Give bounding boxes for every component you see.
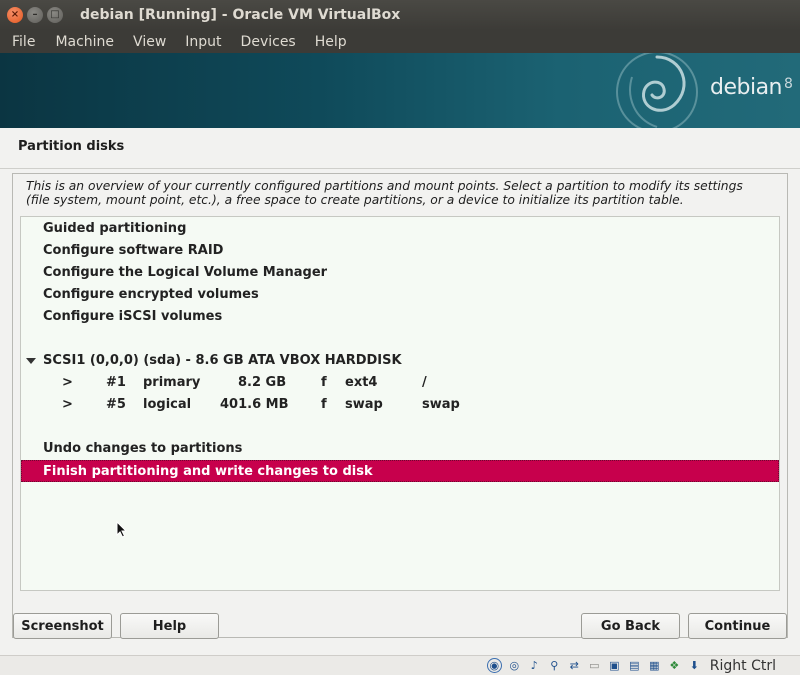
- list-item-finish-partitioning[interactable]: Finish partitioning and write changes to…: [21, 460, 779, 482]
- audio-icon[interactable]: ♪: [527, 658, 542, 673]
- list-item-label: Undo changes to partitions: [43, 441, 243, 456]
- description-line-1: This is an overview of your currently co…: [26, 179, 743, 193]
- shared-folder-icon[interactable]: ▭: [587, 658, 602, 673]
- list-item-label: Configure the Logical Volume Manager: [43, 265, 328, 280]
- network-icon[interactable]: ⚲: [547, 658, 562, 673]
- list-item-lvm[interactable]: Configure the Logical Volume Manager: [21, 262, 779, 284]
- menu-machine[interactable]: Machine: [55, 34, 114, 50]
- maximize-window-button[interactable]: □: [47, 7, 63, 23]
- cpu-icon[interactable]: ▦: [647, 658, 662, 673]
- menu-view[interactable]: View: [133, 34, 166, 50]
- minimize-window-button[interactable]: –: [27, 7, 43, 23]
- menu-help[interactable]: Help: [315, 34, 347, 50]
- debian-swirl-icon: [616, 53, 698, 128]
- installer-area: Partition disks This is an overview of y…: [0, 128, 800, 655]
- usb-icon[interactable]: ⇄: [567, 658, 582, 673]
- partition-row-1[interactable]: > #1 primary 8.2 GB f ext4 /: [21, 372, 779, 394]
- list-item-label: Finish partitioning and write changes to…: [43, 464, 373, 479]
- partition-number: #5: [106, 397, 126, 412]
- list-item-encrypted-volumes[interactable]: Configure encrypted volumes: [21, 284, 779, 306]
- partition-number: #1: [106, 375, 126, 390]
- menu-bar: File Machine View Input Devices Help: [0, 30, 800, 53]
- list-item-label: Configure encrypted volumes: [43, 287, 259, 302]
- partition-mount-point: swap: [422, 397, 460, 412]
- optical-disk-icon[interactable]: ◎: [507, 658, 522, 673]
- list-item-undo-changes[interactable]: Undo changes to partitions: [21, 438, 779, 460]
- page-title: Partition disks: [18, 139, 125, 154]
- close-icon: ×: [10, 9, 20, 20]
- go-back-button[interactable]: Go Back: [581, 613, 680, 639]
- partition-size: 8.2 GB: [238, 375, 287, 390]
- list-item-label: Configure iSCSI volumes: [43, 309, 223, 324]
- divider: [0, 168, 800, 169]
- partition-type: logical: [143, 397, 192, 412]
- partition-arrow-icon: >: [62, 397, 73, 412]
- partition-type: primary: [143, 375, 201, 390]
- list-item-label: SCSI1 (0,0,0) (sda) - 8.6 GB ATA VBOX HA…: [43, 353, 402, 368]
- list-item-software-raid[interactable]: Configure software RAID: [21, 240, 779, 262]
- menu-file[interactable]: File: [12, 34, 35, 50]
- host-key-label: Right Ctrl: [709, 657, 776, 674]
- expand-triangle-icon[interactable]: [26, 358, 36, 364]
- list-item-label: Configure software RAID: [43, 243, 224, 258]
- partition-mount-point: /: [422, 375, 427, 390]
- mouse-cursor-icon: [116, 521, 128, 538]
- menu-devices[interactable]: Devices: [241, 34, 296, 50]
- mouse-integration-icon[interactable]: ❖: [667, 658, 682, 673]
- debian-logo: debian 8: [710, 75, 793, 100]
- debian-banner: debian 8: [0, 53, 800, 128]
- partition-flag: f: [321, 375, 327, 390]
- display-icon[interactable]: ▣: [607, 658, 622, 673]
- partition-row-5[interactable]: > #5 logical 401.6 MB f swap swap: [21, 394, 779, 416]
- debian-logo-text: debian: [710, 75, 783, 100]
- debian-logo-version: 8: [784, 76, 793, 92]
- hard-disk-icon[interactable]: ◉: [486, 658, 502, 673]
- maximize-icon: □: [50, 9, 60, 20]
- partition-list[interactable]: Guided partitioning Configure software R…: [20, 216, 780, 591]
- video-capture-icon[interactable]: ▤: [627, 658, 642, 673]
- keyboard-icon[interactable]: ⬇: [687, 658, 702, 673]
- close-window-button[interactable]: ×: [7, 7, 23, 23]
- menu-input[interactable]: Input: [185, 34, 221, 50]
- continue-button[interactable]: Continue: [688, 613, 787, 639]
- description-line-2: (file system, mount point, etc.), a free…: [26, 193, 684, 207]
- partition-filesystem: swap: [345, 397, 383, 412]
- partition-size: 401.6 MB: [220, 397, 289, 412]
- partition-flag: f: [321, 397, 327, 412]
- list-item-label: Guided partitioning: [43, 221, 187, 236]
- vm-status-bar: ◉ ◎ ♪ ⚲ ⇄ ▭ ▣ ▤ ▦ ❖ ⬇ Right Ctrl: [0, 655, 800, 675]
- partition-panel: This is an overview of your currently co…: [12, 173, 788, 638]
- window-title: debian [Running] - Oracle VM VirtualBox: [80, 7, 401, 23]
- partition-arrow-icon: >: [62, 375, 73, 390]
- list-item-guided-partitioning[interactable]: Guided partitioning: [21, 218, 779, 240]
- screenshot-button[interactable]: Screenshot: [13, 613, 112, 639]
- list-item-iscsi-volumes[interactable]: Configure iSCSI volumes: [21, 306, 779, 328]
- list-item-disk-sda[interactable]: SCSI1 (0,0,0) (sda) - 8.6 GB ATA VBOX HA…: [21, 350, 779, 372]
- window-titlebar[interactable]: × – □ debian [Running] - Oracle VM Virtu…: [0, 0, 800, 30]
- minimize-icon: –: [32, 9, 38, 20]
- help-button[interactable]: Help: [120, 613, 219, 639]
- description: This is an overview of your currently co…: [26, 179, 776, 207]
- partition-filesystem: ext4: [345, 375, 378, 390]
